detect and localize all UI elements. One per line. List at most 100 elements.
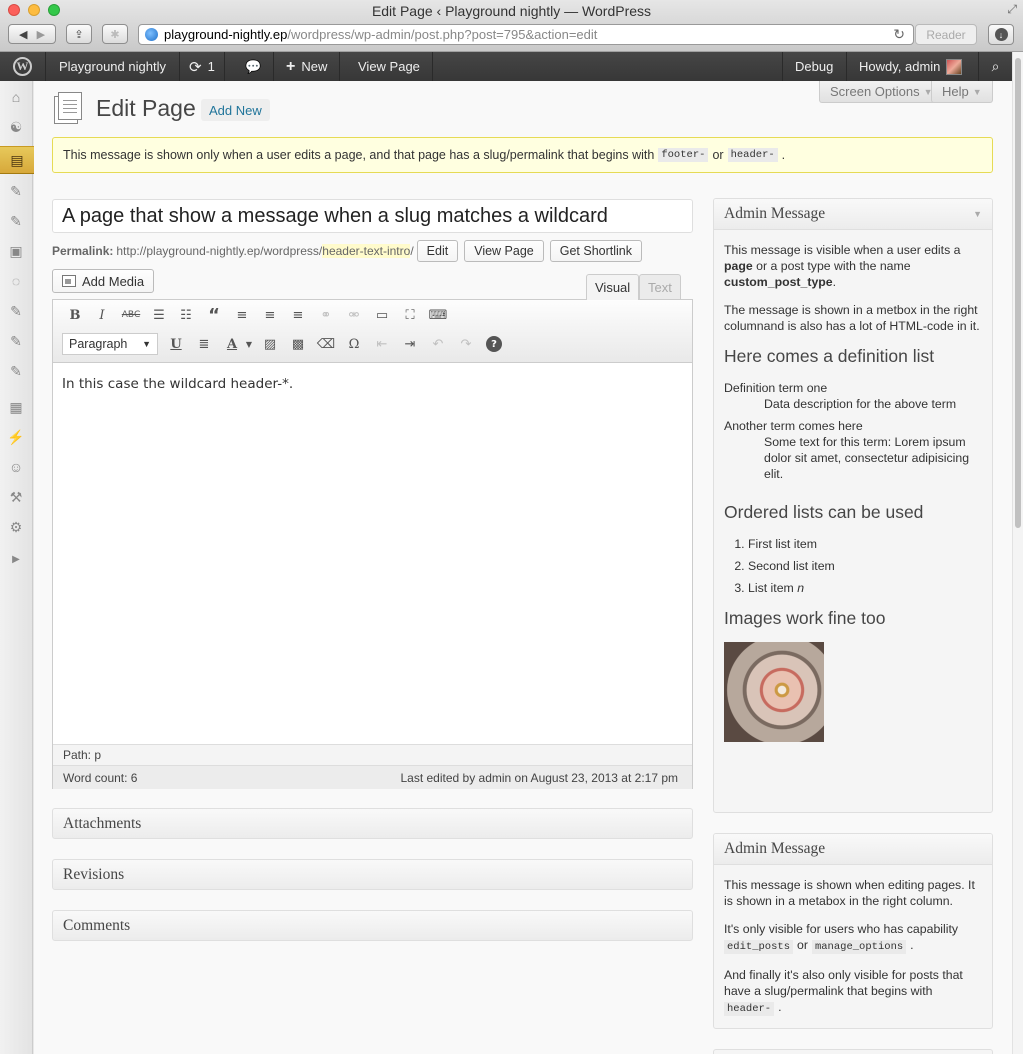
updates-link[interactable]: ⟳ 1 (180, 52, 225, 81)
format-select-value: Paragraph (69, 337, 128, 351)
align-center-icon[interactable]: ≡ (259, 304, 281, 326)
notice-text: This message is shown only when a user e… (63, 148, 655, 162)
link-icon[interactable]: ⚭ (315, 304, 337, 326)
menu-custom-type-icon[interactable]: ✎ (5, 300, 27, 322)
indent-icon[interactable]: ⇥ (399, 333, 421, 355)
unlink-icon[interactable]: ⚮ (343, 304, 365, 326)
fullscreen-icon[interactable]: ⛶ (399, 304, 421, 326)
back-forward-buttons[interactable]: ◀ ▶ (8, 24, 56, 44)
metabox-header[interactable]: Admin Message (714, 834, 992, 865)
align-left-icon[interactable]: ≡ (231, 304, 253, 326)
menu-plugins-icon[interactable]: ⚡ (5, 426, 27, 448)
debug-link[interactable]: Debug (782, 52, 845, 81)
toggle-arrow-icon[interactable]: ▼ (973, 209, 982, 219)
edit-permalink-button[interactable]: Edit (416, 240, 459, 262)
justify-icon[interactable]: ≣ (193, 333, 215, 355)
menu-settings-icon[interactable]: ⚙ (5, 516, 27, 538)
page-title: Edit Page (96, 95, 196, 121)
fullscreen-icon[interactable]: ⤢ (1007, 2, 1017, 17)
underline-icon[interactable]: U (165, 333, 187, 355)
menu-comments-icon[interactable]: ◌ (5, 270, 27, 292)
chevron-down-icon: ▼ (972, 86, 982, 97)
text: It's only visible for users who has capa… (724, 922, 959, 936)
new-content-menu[interactable]: + New (274, 52, 341, 81)
comments-box[interactable]: Comments (52, 910, 693, 941)
scrollbar-thumb[interactable] (1015, 58, 1021, 528)
extensions-button[interactable]: ✱ (102, 24, 128, 44)
permalink-slug[interactable]: header-text-intro (322, 244, 411, 258)
view-page-button[interactable]: View Page (464, 240, 544, 262)
comments-link[interactable]: 💬 (234, 52, 274, 81)
search-button[interactable]: ⌕ (978, 52, 1012, 81)
menu-pages-icon[interactable]: ▤ (0, 146, 34, 174)
post-title-input[interactable]: A page that show a message when a slug m… (52, 199, 693, 233)
back-icon[interactable]: ◀ (19, 28, 27, 41)
help-icon[interactable]: ? (483, 333, 505, 355)
screen-options-button[interactable]: Screen Options ▼ (819, 81, 944, 103)
updates-count: 1 (207, 59, 215, 74)
metabox-paragraph: And finally it's also only visible for p… (724, 967, 982, 1017)
menu-media-icon[interactable]: ▣ (5, 240, 27, 262)
undo-icon[interactable]: ↶ (427, 333, 449, 355)
definition-description: Some text for this term: Lorem ipsum dol… (764, 435, 970, 481)
page-scrollbar[interactable] (1012, 52, 1023, 1054)
italic-icon[interactable]: I (91, 304, 113, 326)
menu-jetpack-icon[interactable]: ☯ (5, 116, 27, 138)
menu-users-icon[interactable]: ☺ (5, 456, 27, 478)
outdent-icon[interactable]: ⇤ (371, 333, 393, 355)
strikethrough-icon[interactable]: ABC (120, 304, 142, 326)
menu-dashboard-icon[interactable]: ⌂ (5, 86, 27, 108)
metabox-body: This message is shown when editing pages… (714, 865, 992, 1028)
code-edit-posts: edit_posts (724, 940, 794, 954)
paste-word-icon[interactable]: ▩ (287, 333, 309, 355)
collapse-menu-icon[interactable]: ▶ (5, 548, 27, 570)
attachments-box[interactable]: Attachments (52, 808, 693, 839)
tab-text[interactable]: Text (639, 274, 681, 300)
kitchen-sink-icon[interactable]: ⌨ (427, 304, 449, 326)
editor-status-bar: Word count: 6 Last edited by admin on Au… (53, 765, 692, 789)
paste-text-icon[interactable]: ▨ (259, 333, 281, 355)
bold-icon[interactable]: B (64, 304, 86, 326)
numbered-list-icon[interactable]: ☷ (175, 304, 197, 326)
menu-tools-icon[interactable]: ⚒ (5, 486, 27, 508)
downloads-button[interactable]: ↓ (988, 24, 1014, 45)
url-path: /wordpress/wp-admin/post.php?post=795&ac… (287, 27, 598, 42)
special-character-icon[interactable]: Ω (343, 333, 365, 355)
align-right-icon[interactable]: ≡ (287, 304, 309, 326)
site-name-link[interactable]: Playground nightly (46, 52, 180, 81)
chevron-down-icon[interactable]: ▼ (238, 333, 260, 355)
address-bar[interactable]: playground-nightly.ep/wordpress/wp-admin… (138, 24, 914, 45)
blockquote-icon[interactable]: “ (203, 304, 225, 326)
menu-custom-type-3-icon[interactable]: ✎ (5, 360, 27, 382)
clear-formatting-icon[interactable]: ⌫ (315, 333, 337, 355)
bullet-list-icon[interactable]: ☰ (148, 304, 170, 326)
menu-posts-icon[interactable]: ✎ (5, 180, 27, 202)
menu-appearance-icon[interactable]: ▦ (5, 396, 27, 418)
redo-icon[interactable]: ↷ (455, 333, 477, 355)
more-tag-icon[interactable]: ▭ (371, 304, 393, 326)
definition-list: Definition term one Data description for… (724, 380, 982, 482)
reader-button[interactable]: Reader (915, 24, 977, 45)
menu-post-type-icon[interactable]: ✎ (5, 210, 27, 232)
share-button[interactable]: ⇪ (66, 24, 92, 44)
editor-content[interactable]: In this case the wildcard header-*. (53, 363, 692, 405)
reload-icon[interactable]: ↻ (893, 26, 905, 43)
metabox-title: Admin Message (724, 840, 826, 857)
metabox-header[interactable]: Admin Message ▼ (714, 199, 992, 230)
text: . (778, 1000, 782, 1014)
tab-visual[interactable]: Visual (586, 274, 640, 300)
help-button[interactable]: Help ▼ (931, 81, 993, 103)
revisions-box[interactable]: Revisions (52, 859, 693, 890)
forward-icon[interactable]: ▶ (37, 28, 45, 41)
metabox-paragraph: This message is visible when a user edit… (724, 242, 982, 290)
add-new-button[interactable]: Add New (201, 99, 270, 121)
wp-logo-menu[interactable]: W (0, 52, 46, 81)
metabox-body: This message is visible when a user edit… (714, 230, 992, 754)
menu-custom-type-2-icon[interactable]: ✎ (5, 330, 27, 352)
add-media-button[interactable]: Add Media (52, 269, 155, 293)
get-shortlink-button[interactable]: Get Shortlink (549, 240, 643, 262)
admin-bar: W Playground nightly ⟳ 1 💬 + New View Page… (0, 52, 1023, 81)
account-menu[interactable]: Howdy, admin (846, 52, 974, 81)
format-select[interactable]: Paragraph ▼ (62, 333, 158, 355)
view-page-link[interactable]: View Page (346, 52, 433, 81)
